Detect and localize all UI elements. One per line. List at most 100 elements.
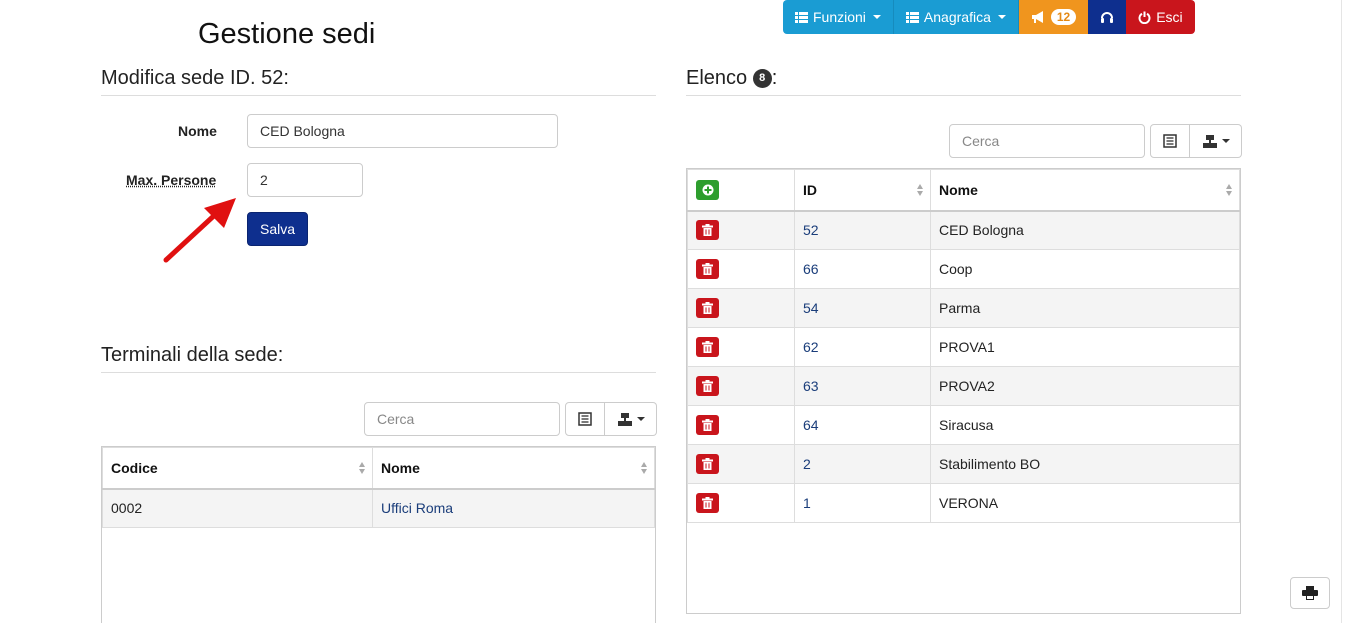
sede-id-link[interactable]: 63 — [803, 378, 819, 394]
export-icon — [1202, 135, 1217, 148]
logout-button[interactable]: Esci — [1126, 0, 1195, 34]
sede-name-cell: CED Bologna — [930, 210, 1240, 250]
list-heading-suffix: : — [771, 67, 778, 89]
list-toolbar — [1150, 124, 1242, 158]
delete-button[interactable] — [696, 220, 719, 241]
list-icon — [795, 11, 808, 23]
max-persone-input[interactable] — [247, 163, 363, 197]
export-icon — [617, 413, 632, 426]
column-header-nome[interactable]: Nome — [372, 447, 655, 490]
max-persone-label: Max. Persone — [126, 172, 217, 188]
table-row: 1 VERONA — [687, 483, 1240, 523]
support-button[interactable] — [1088, 0, 1127, 34]
table-row: 54 Parma — [687, 288, 1240, 328]
sede-name-cell: PROVA2 — [930, 366, 1240, 406]
list-icon — [905, 11, 919, 23]
sede-name-cell: Siracusa — [930, 405, 1240, 445]
list-columns-button[interactable] — [1150, 124, 1190, 158]
bullhorn-icon — [1031, 11, 1043, 23]
column-header-id[interactable]: ID — [794, 169, 931, 212]
sort-icon — [1226, 184, 1233, 198]
column-header-codice[interactable]: Codice — [102, 447, 373, 490]
power-icon — [1138, 11, 1151, 24]
table-row: 52 CED Bologna — [687, 210, 1240, 250]
trash-icon — [702, 302, 713, 314]
funzioni-menu-button[interactable]: Funzioni — [783, 0, 894, 34]
list-export-button[interactable] — [1190, 124, 1242, 158]
list-count-badge: 8 — [752, 69, 772, 89]
row-actions-cell — [687, 327, 795, 367]
trash-icon — [702, 419, 713, 431]
anagrafica-label: Anagrafica — [923, 9, 991, 25]
delete-button[interactable] — [696, 337, 719, 357]
terminal-name-link[interactable]: Uffici Roma — [381, 500, 453, 516]
sede-id-link[interactable]: 64 — [803, 417, 819, 433]
sedi-table-body: 52 CED Bologna 66 Coop 54 Parma 62 PROVA1 63 PROV… — [687, 210, 1240, 523]
delete-button[interactable] — [696, 415, 719, 435]
print-icon — [1302, 586, 1318, 600]
terminals-search-input[interactable] — [364, 402, 560, 436]
nome-label: Nome — [178, 123, 217, 139]
columns-icon — [1163, 134, 1177, 148]
sede-id-link[interactable]: 62 — [803, 339, 819, 355]
row-actions-cell — [687, 210, 795, 250]
delete-button[interactable] — [696, 376, 719, 396]
columns-icon — [578, 412, 592, 426]
sede-name-cell: Stabilimento BO — [930, 444, 1240, 484]
notifications-count-badge: 12 — [1050, 9, 1077, 25]
delete-button[interactable] — [696, 259, 719, 279]
column-header-nome[interactable]: Nome — [930, 169, 1240, 212]
list-heading-label: Elenco — [686, 67, 748, 89]
sede-name-cell: Parma — [930, 288, 1240, 328]
funzioni-label: Funzioni — [813, 9, 866, 25]
trash-icon — [702, 224, 713, 237]
trash-icon — [702, 341, 713, 353]
row-actions-cell — [687, 249, 795, 289]
table-row: 62 PROVA1 — [687, 327, 1240, 367]
trash-icon — [702, 380, 713, 392]
sedi-table: ID Nome 52 CED Bologna 66 Coop 54 Parma 62 PROV… — [687, 169, 1240, 523]
sede-name-cell: VERONA — [930, 483, 1240, 523]
headphones-icon — [1101, 12, 1114, 23]
trash-icon — [702, 458, 713, 470]
edit-section-heading: Modifica sede ID. 52: — [101, 67, 656, 96]
page-divider — [1341, 0, 1342, 623]
row-actions-cell — [687, 366, 795, 406]
row-actions-cell — [687, 444, 795, 484]
delete-button[interactable] — [696, 298, 719, 318]
row-actions-cell — [687, 405, 795, 445]
sede-id-link[interactable]: 1 — [803, 495, 811, 511]
trash-icon — [702, 263, 713, 275]
delete-button[interactable] — [696, 493, 719, 513]
list-search-input[interactable] — [949, 124, 1145, 158]
red-arrow-annotation — [163, 198, 236, 263]
delete-button[interactable] — [696, 454, 719, 474]
table-row: 66 Coop — [687, 249, 1240, 289]
terminals-toolbar — [565, 402, 657, 436]
sede-id-link[interactable]: 2 — [803, 456, 811, 472]
terminals-table: Codice Nome 0002 Uffici Roma — [102, 447, 655, 528]
column-header-actions — [687, 169, 795, 212]
sede-id-link[interactable]: 66 — [803, 261, 819, 277]
list-table-container: ID Nome 52 CED Bologna 66 Coop 54 Parma 62 PROV… — [686, 168, 1241, 614]
nome-input[interactable] — [247, 114, 558, 148]
sede-id-link[interactable]: 54 — [803, 300, 819, 316]
chevron-down-icon — [1221, 139, 1230, 143]
save-button[interactable]: Salva — [247, 212, 308, 246]
chevron-down-icon — [997, 15, 1006, 19]
terminals-section-heading: Terminali della sede: — [101, 344, 656, 373]
table-row: 2 Stabilimento BO — [687, 444, 1240, 484]
table-row: 64 Siracusa — [687, 405, 1240, 445]
sede-name-cell: PROVA1 — [930, 327, 1240, 367]
add-sede-button[interactable] — [696, 179, 719, 200]
print-button[interactable] — [1290, 577, 1330, 609]
terminals-table-container: Codice Nome 0002 Uffici Roma — [101, 446, 656, 623]
terminals-columns-button[interactable] — [565, 402, 605, 436]
notifications-button[interactable]: 12 — [1018, 0, 1089, 34]
terminals-export-button[interactable] — [605, 402, 657, 436]
table-row: 0002 Uffici Roma — [102, 488, 655, 528]
anagrafica-menu-button[interactable]: Anagrafica — [893, 0, 1019, 34]
top-navbar: Funzioni Anagrafica 12 Esci — [783, 0, 1195, 34]
chevron-down-icon — [872, 15, 881, 19]
sede-id-link[interactable]: 52 — [803, 222, 819, 238]
